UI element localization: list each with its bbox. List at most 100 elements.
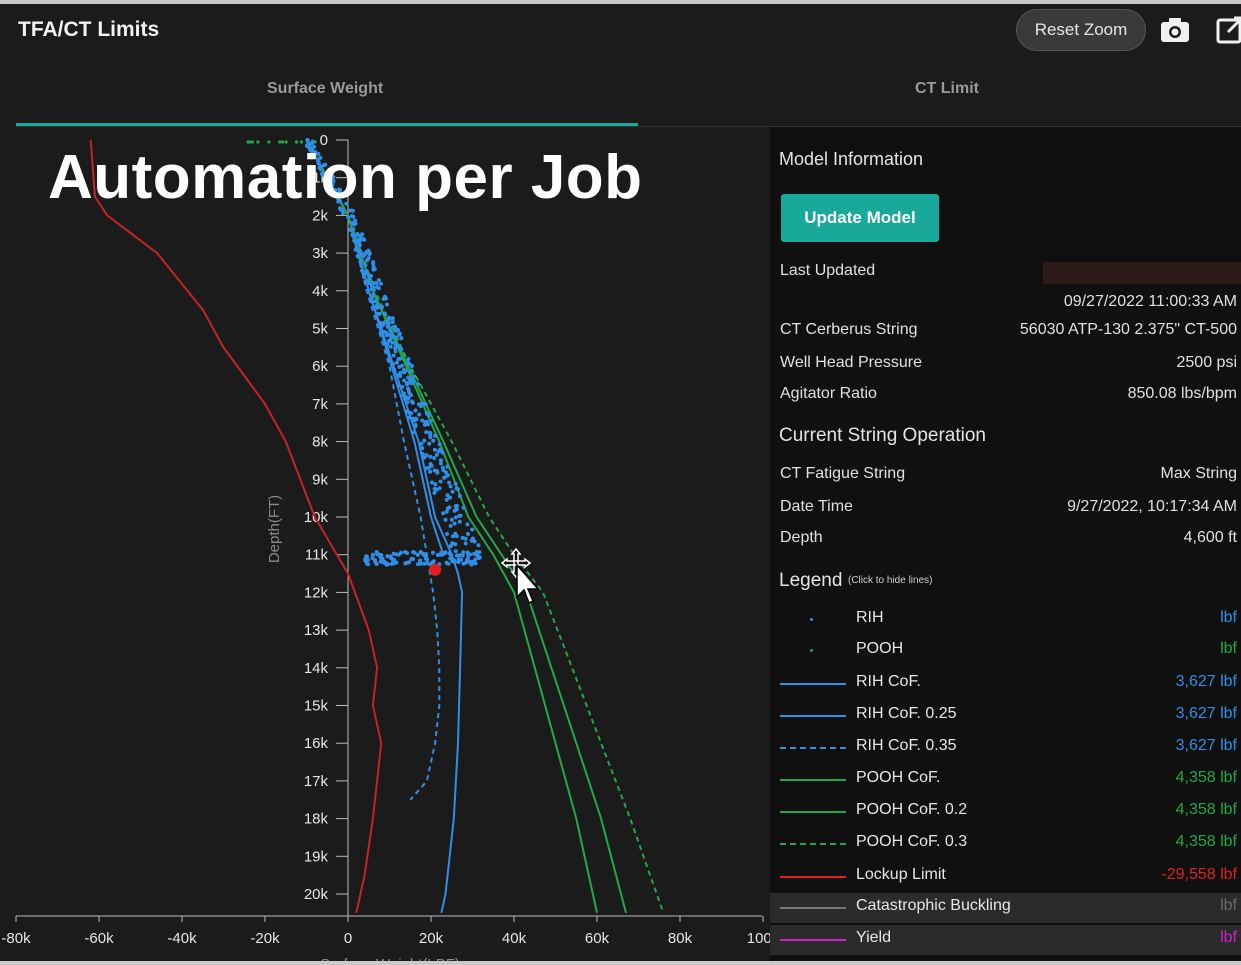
rih-data-point <box>405 381 410 386</box>
rih-data-point <box>364 561 369 566</box>
update-model-button[interactable]: Update Model <box>781 194 939 242</box>
rih-data-point <box>432 447 437 452</box>
rih-data-point <box>373 559 378 564</box>
rih-data-point <box>409 557 414 561</box>
legend-item[interactable]: POOH lbf <box>770 636 1241 666</box>
rih-data-point <box>409 393 413 398</box>
legend-label: Catastrophic Buckling <box>856 897 1011 914</box>
rih-data-point <box>374 281 379 286</box>
legend-item[interactable]: POOH CoF. 4,358 lbf <box>770 765 1241 795</box>
legend-item[interactable]: Yield lbf <box>770 925 1241 955</box>
rih-data-point <box>388 328 393 333</box>
rih-data-point <box>418 550 423 554</box>
tab-surface-weight[interactable]: Surface Weight <box>267 80 383 98</box>
rih-data-point <box>441 468 446 473</box>
series-line[interactable] <box>305 139 464 914</box>
legend-item[interactable]: RIH CoF. 0.25 3,627 lbf <box>770 701 1241 731</box>
rih-data-point <box>375 303 380 308</box>
rih-data-point <box>463 536 468 541</box>
rih-data-point <box>348 227 353 232</box>
rih-data-point <box>456 557 461 562</box>
x-tick-label: 60k <box>585 930 610 947</box>
surface-weight-chart[interactable]: -80k-60k-40k-20k020k40k60k80k100k01k2k3k… <box>0 127 770 961</box>
y-axis-label: Depth(FT) <box>266 495 283 563</box>
rih-data-point <box>420 418 425 423</box>
rih-data-point <box>379 328 383 333</box>
rih-data-point <box>450 489 455 494</box>
legend-value: -29,558 lbf <box>1161 866 1237 883</box>
legend-item[interactable]: RIH CoF. 3,627 lbf <box>770 669 1241 699</box>
rih-data-point <box>453 531 458 536</box>
legend-item[interactable]: Catastrophic Buckling lbf <box>770 893 1241 923</box>
legend-item[interactable]: RIH CoF. 0.35 3,627 lbf <box>770 733 1241 763</box>
rih-data-point <box>461 505 466 510</box>
rih-data-point <box>449 517 454 522</box>
rih-data-point <box>454 486 459 491</box>
rih-data-point <box>447 551 452 556</box>
rih-data-point <box>373 299 378 303</box>
rih-data-point <box>423 556 428 561</box>
rih-data-point <box>405 409 410 414</box>
rih-data-point <box>466 532 470 536</box>
rih-data-point <box>424 453 429 458</box>
model-info-title: Model Information <box>779 149 924 169</box>
info-value: 56030 ATP-130 2.375" CT-500 <box>1019 321 1237 338</box>
rih-data-point <box>418 404 423 409</box>
reset-zoom-button[interactable]: Reset Zoom <box>1016 9 1146 51</box>
info-label: Agitator Ratio <box>780 385 877 402</box>
rih-data-point <box>371 285 376 290</box>
rih-data-point <box>416 382 421 386</box>
rih-data-point <box>394 552 399 557</box>
series-line[interactable] <box>305 139 627 914</box>
rih-data-point <box>441 511 446 516</box>
open-external-icon[interactable] <box>1214 14 1241 46</box>
legend-swatch <box>780 843 846 845</box>
legend-item[interactable]: POOH CoF. 0.3 4,358 lbf <box>770 829 1241 859</box>
rih-data-point <box>364 269 369 273</box>
rih-data-point <box>369 274 374 278</box>
legend-item[interactable]: POOH CoF. 0.2 4,358 lbf <box>770 797 1241 827</box>
rih-data-point <box>420 452 425 456</box>
x-tick-label: -80k <box>1 930 31 947</box>
rih-data-point <box>464 559 469 564</box>
rih-data-point <box>422 438 427 443</box>
x-tick-label: -20k <box>250 930 280 947</box>
legend-value: 3,627 lbf <box>1175 705 1237 722</box>
legend-swatch <box>780 811 846 813</box>
legend-swatch <box>780 747 846 749</box>
legend-value: 4,358 lbf <box>1175 769 1237 786</box>
x-tick-label: 20k <box>419 930 444 947</box>
rih-data-point <box>443 550 448 555</box>
rih-data-point <box>408 378 413 383</box>
rih-data-point <box>394 328 399 333</box>
rih-data-point <box>408 369 413 374</box>
rih-data-point <box>461 561 466 566</box>
rih-data-point <box>424 410 429 415</box>
active-tab-indicator <box>16 123 638 126</box>
legend-item[interactable]: RIH lbf <box>770 605 1241 635</box>
rih-data-point <box>375 311 380 316</box>
rih-data-point <box>470 527 475 532</box>
legend-title: Legend <box>779 570 843 591</box>
rih-data-point <box>396 383 401 388</box>
legend-item[interactable]: Lockup Limit -29,558 lbf <box>770 862 1241 892</box>
rih-data-point <box>392 368 397 372</box>
camera-icon[interactable] <box>1159 14 1191 46</box>
rih-data-point <box>435 469 439 474</box>
rih-data-point <box>472 539 477 544</box>
rih-data-point <box>445 493 450 498</box>
rih-data-point <box>391 362 395 367</box>
x-tick-label: 100k <box>747 930 770 947</box>
rih-data-point <box>447 480 452 485</box>
rih-data-point <box>430 480 434 485</box>
rih-data-point <box>394 560 399 565</box>
rih-data-point <box>405 560 410 565</box>
string-operation-title: Current String Operation <box>779 425 986 446</box>
rih-data-point <box>411 550 416 554</box>
overlay-caption: Automation per Job <box>48 143 643 212</box>
rih-data-point <box>438 552 443 557</box>
page-title: TFA/CT Limits <box>18 18 160 41</box>
series-line[interactable] <box>89 139 383 914</box>
tab-ct-limit[interactable]: CT Limit <box>915 80 979 98</box>
rih-data-point <box>399 550 403 555</box>
